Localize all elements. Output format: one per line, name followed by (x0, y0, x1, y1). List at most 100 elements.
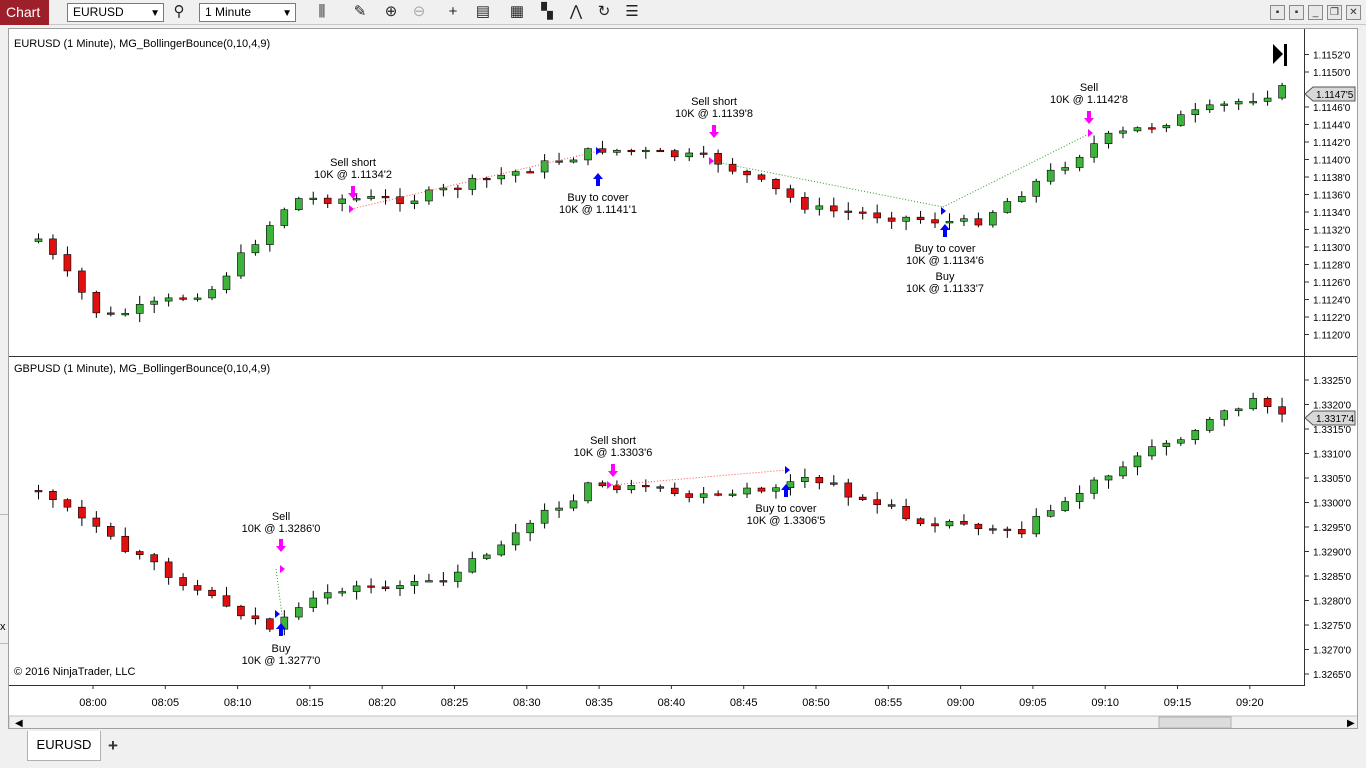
interval-selector[interactable]: 1 Minute ▼ (199, 3, 296, 22)
properties-icon[interactable]: ☰ (622, 2, 642, 22)
strategies-icon[interactable]: ▦ (507, 2, 527, 22)
annotation-sell-short-3-line2: 10K @ 1.3303'6 (574, 447, 653, 459)
price-label-gbpusd: 1.3280'0 (1313, 597, 1351, 608)
price-label-eurusd: 1.1130'0 (1313, 243, 1351, 254)
tab-eurusd[interactable]: EURUSD (27, 731, 101, 761)
annotation-sell-short-2-line2: 10K @ 1.1139'8 (675, 108, 753, 120)
candle-body (352, 585, 361, 592)
pencil-icon[interactable]: ✎ (350, 2, 370, 22)
search-icon[interactable]: ⚲ (169, 2, 189, 22)
candle-body (454, 187, 462, 190)
time-label: 09:10 (1091, 697, 1119, 709)
candle-body (1003, 201, 1012, 213)
price-label-eurusd: 1.1150'0 (1313, 68, 1351, 79)
candle-body (685, 493, 694, 498)
candle-body (1249, 398, 1257, 410)
price-label-eurusd: 1.1120'0 (1313, 331, 1351, 342)
trade-line-loss (611, 469, 788, 486)
price-label-eurusd: 1.1136'0 (1313, 191, 1351, 202)
price-label-gbpusd: 1.3295'0 (1313, 523, 1351, 534)
candle-body (49, 490, 57, 500)
interval-value: 1 Minute (205, 5, 252, 19)
candle-body (613, 149, 621, 153)
candle-body (425, 189, 433, 202)
candle-body (642, 149, 650, 153)
candlestick-series (34, 392, 1286, 636)
restore-icon[interactable]: ❐ (1327, 5, 1342, 20)
candle-body (902, 216, 910, 222)
candle-body (468, 558, 477, 573)
annotation-sell-1-line1: Sell (1080, 82, 1098, 94)
data-box-icon[interactable]: ▤ (473, 2, 493, 22)
candle-body (179, 577, 187, 586)
tile-icon[interactable]: ▪ (1270, 5, 1285, 20)
realtime-bar-icon (1284, 44, 1287, 66)
candle-body (135, 551, 144, 555)
candle-body (63, 499, 72, 508)
reload-icon[interactable]: ↻ (594, 2, 614, 22)
chart-menu-button[interactable]: Chart (0, 0, 49, 25)
indicators-icon[interactable]: ▚ (537, 2, 557, 22)
candle-body (540, 509, 549, 524)
candle-body (49, 238, 57, 255)
candle-body (743, 170, 751, 176)
candle-body (367, 196, 375, 199)
zoom-in-icon[interactable]: ⊕ (381, 2, 401, 22)
chart-toolbar: Chart EURUSD ▼ ⚲ 1 Minute ▼ ⫼ ✎ ⊕ ⊖ + ▤ … (0, 0, 1366, 25)
zoom-out-icon[interactable]: ⊖ (409, 2, 429, 22)
candle-body (309, 597, 318, 608)
candle-body (251, 615, 260, 620)
candle-body (121, 313, 130, 316)
candle-body (482, 178, 491, 181)
candle-body (656, 486, 665, 489)
candle-body (887, 217, 896, 222)
candle-body (772, 179, 780, 190)
candle-body (396, 585, 404, 589)
candle-body (1133, 455, 1142, 468)
side-stub-label: x (0, 621, 6, 633)
candle-body (92, 517, 101, 527)
time-label: 08:30 (513, 697, 541, 709)
candle-body (34, 238, 43, 242)
candle-body (1119, 466, 1127, 477)
candle-body (439, 187, 448, 191)
candle-body (772, 487, 780, 492)
entry-marker-icon (709, 157, 714, 165)
price-label-eurusd: 1.1140'0 (1313, 156, 1351, 167)
chart-area[interactable]: EURUSD (1 Minute), MG_BollingerBounce(0,… (8, 28, 1358, 729)
candle-body (1032, 180, 1041, 197)
candle-body (1075, 156, 1084, 168)
candle-body (1234, 101, 1243, 105)
time-label: 08:15 (296, 697, 324, 709)
time-label: 08:00 (79, 697, 107, 709)
chart-canvas[interactable]: EURUSD (1 Minute), MG_BollingerBounce(0,… (9, 29, 1358, 729)
price-label-gbpusd: 1.3310'0 (1313, 450, 1351, 461)
candle-body (1075, 492, 1084, 502)
instrument-selector[interactable]: EURUSD ▼ (67, 3, 164, 22)
add-tab-button[interactable]: + (102, 734, 124, 758)
chevron-down-icon: ▼ (150, 8, 160, 19)
candle-body (468, 178, 477, 190)
price-label-gbpusd: 1.3290'0 (1313, 548, 1351, 559)
candle-body (974, 523, 983, 530)
realtime-marker-icon (1273, 44, 1283, 64)
tile-icon-2[interactable]: ▪ (1289, 5, 1304, 20)
minimize-icon[interactable]: _ (1308, 5, 1323, 20)
price-label-eurusd: 1.1134'0 (1313, 208, 1351, 219)
chart-trader-icon[interactable]: ⋀ (566, 2, 586, 22)
scroll-right-icon: ▶ (1347, 718, 1355, 729)
candle-body (425, 580, 433, 583)
sell-arrow-icon (276, 539, 286, 552)
candle-body (598, 482, 607, 487)
crosshair-icon[interactable]: + (443, 2, 463, 22)
candle-body (887, 504, 896, 507)
candle-body (743, 487, 751, 495)
candle-body (670, 150, 679, 158)
time-label: 08:40 (658, 697, 686, 709)
exit-marker-icon (941, 207, 946, 215)
candle-body (294, 198, 303, 211)
time-label: 08:35 (585, 697, 613, 709)
bar-type-icon[interactable]: ⫼ (312, 2, 332, 22)
exit-marker-icon (785, 466, 790, 474)
close-icon[interactable]: ✕ (1346, 5, 1361, 20)
